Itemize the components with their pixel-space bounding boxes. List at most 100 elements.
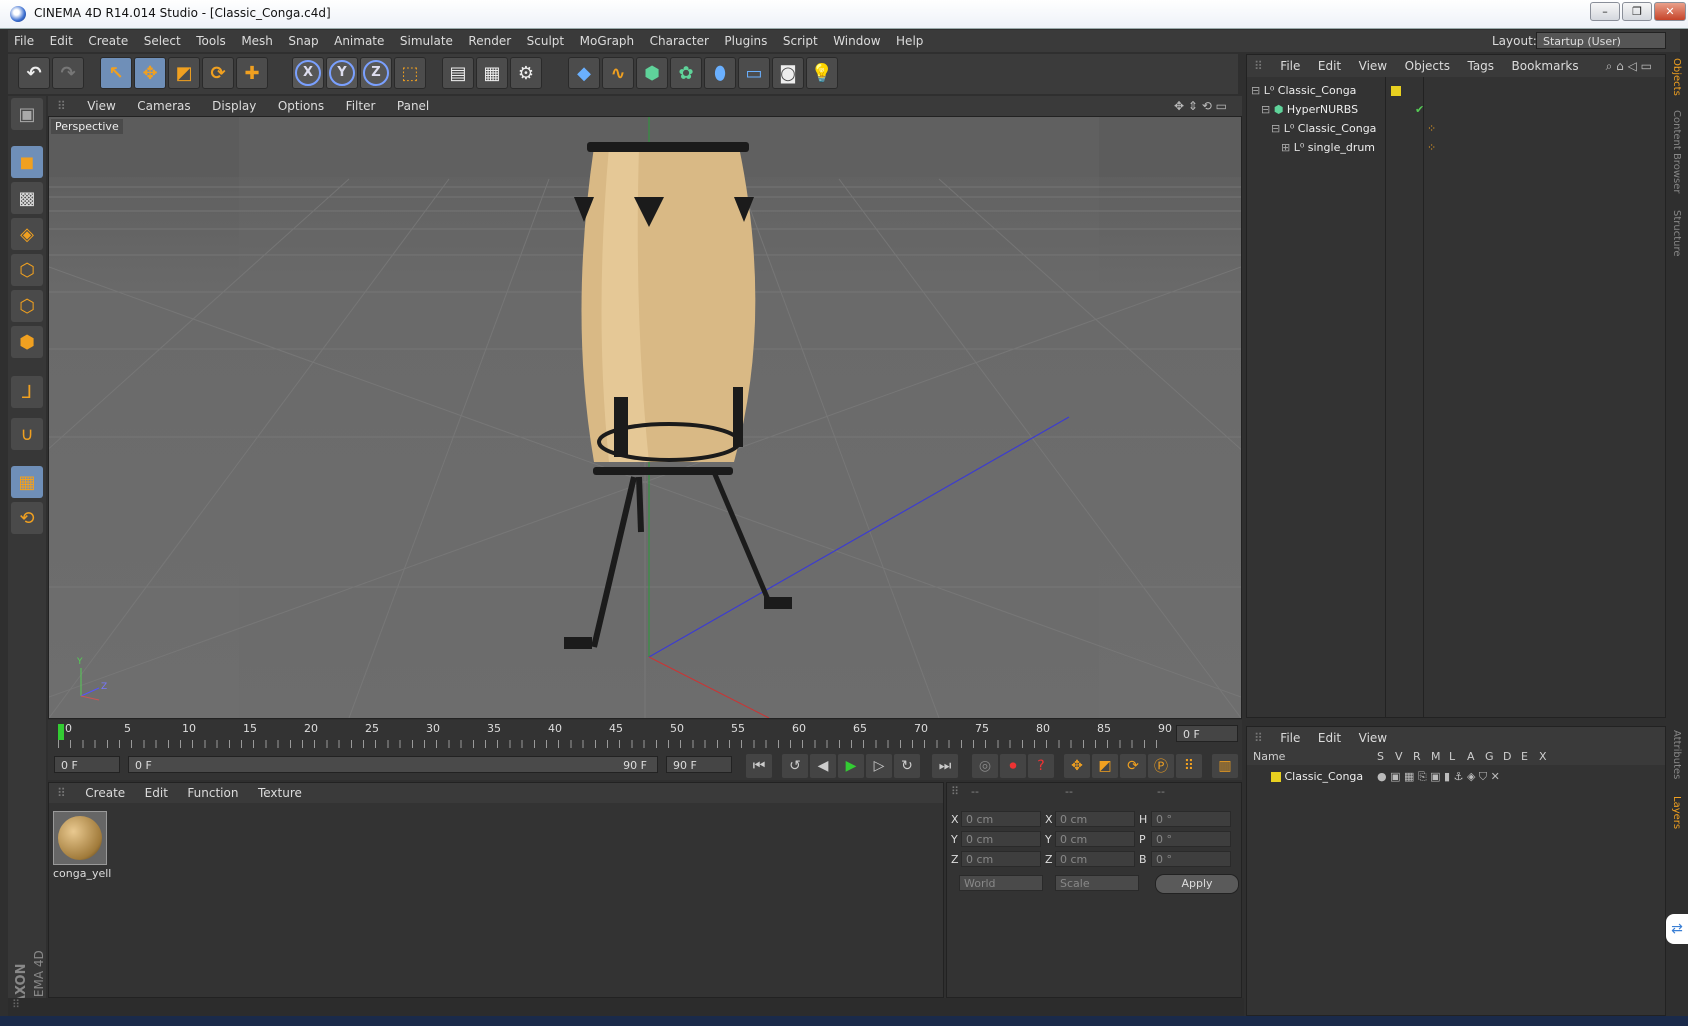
tab-content-browser[interactable]: Content Browser	[1671, 110, 1682, 193]
object-name[interactable]: single_drum	[1308, 141, 1375, 154]
tab-structure[interactable]: Structure	[1671, 210, 1682, 257]
menu-file[interactable]: File	[8, 30, 40, 52]
object-menu-edit[interactable]: Edit	[1311, 55, 1348, 77]
column-view[interactable]: V	[1395, 749, 1403, 765]
layer-name[interactable]: Classic_Conga	[1285, 770, 1364, 783]
menu-sculpt[interactable]: Sculpt	[521, 30, 570, 52]
column-expressions[interactable]: E	[1521, 749, 1528, 765]
column-deformers[interactable]: D	[1503, 749, 1511, 765]
apply-button[interactable]: Apply	[1155, 874, 1239, 894]
points-mode-icon[interactable]: ⬡	[11, 254, 43, 286]
size-mode-dropdown[interactable]: Scale	[1055, 875, 1139, 891]
axis-mode-icon[interactable]: ⅃	[11, 376, 43, 408]
menu-window[interactable]: Window	[827, 30, 886, 52]
rotation-p-field[interactable]: 0 °	[1151, 831, 1231, 847]
column-solo[interactable]: S	[1377, 749, 1384, 765]
menu-mograph[interactable]: MoGraph	[574, 30, 641, 52]
workplane-mode-icon[interactable]: ◈	[11, 218, 43, 250]
tab-attributes[interactable]: Attributes	[1671, 730, 1682, 779]
frame-range-slider[interactable]: 0 F 90 F	[128, 756, 658, 773]
object-name[interactable]: Classic_Conga	[1298, 122, 1377, 135]
make-editable-icon[interactable]: ▣	[11, 98, 43, 130]
x-axis-lock-icon[interactable]: X	[292, 57, 324, 89]
mograph-cloner-icon[interactable]: ✿	[670, 57, 702, 89]
quantize-icon[interactable]: ⟲	[11, 502, 43, 534]
rotation-b-field[interactable]: 0 °	[1151, 851, 1231, 867]
column-manager[interactable]: M	[1431, 749, 1441, 765]
layer-color-swatch[interactable]	[1271, 772, 1281, 782]
previous-key-icon[interactable]: ↺	[782, 754, 808, 778]
menu-plugins[interactable]: Plugins	[718, 30, 773, 52]
edges-mode-icon[interactable]: ⬡	[11, 290, 43, 322]
material-thumbnail[interactable]	[53, 811, 107, 865]
camera-icon[interactable]: ◙	[772, 57, 804, 89]
viewport-menu-cameras[interactable]: Cameras	[128, 96, 199, 116]
key-position-icon[interactable]: ✥	[1064, 754, 1090, 778]
keyframe-selection-icon[interactable]: ?	[1028, 754, 1054, 778]
menu-script[interactable]: Script	[777, 30, 824, 52]
timeline-window-icon[interactable]: ▥	[1212, 754, 1238, 778]
object-row[interactable]: ⊟ L⁰ Classic_Conga	[1247, 81, 1665, 100]
viewport-menu-filter[interactable]: Filter	[337, 96, 385, 116]
record-active-icon[interactable]: ◎	[972, 754, 998, 778]
layer-menu-file[interactable]: File	[1273, 727, 1307, 749]
layer-row[interactable]: Classic_Conga ● ▣ ▦ ⎘ ▣ ▮ ⚓ ◈ ⛉ ✕	[1247, 767, 1665, 786]
column-render[interactable]: R	[1413, 749, 1421, 765]
column-animation[interactable]: A	[1467, 749, 1475, 765]
y-axis-lock-icon[interactable]: Y	[326, 57, 358, 89]
column-xref[interactable]: X	[1539, 749, 1547, 765]
expand-icon[interactable]: ⊞	[1281, 141, 1290, 154]
close-button[interactable]: ✕	[1654, 2, 1686, 21]
object-row[interactable]: ⊞ L⁰ single_drum ⁘	[1247, 138, 1665, 157]
material-menu-create[interactable]: Create	[77, 783, 133, 803]
play-icon[interactable]: ▶	[838, 754, 864, 778]
menu-character[interactable]: Character	[644, 30, 715, 52]
object-row[interactable]: ⊟ L⁰ Classic_Conga ⁘	[1247, 119, 1665, 138]
column-name[interactable]: Name	[1253, 749, 1285, 765]
collapse-icon[interactable]: ⊟	[1271, 122, 1280, 135]
next-frame-icon[interactable]: ▷	[866, 754, 892, 778]
menu-animate[interactable]: Animate	[328, 30, 390, 52]
material-menu-texture[interactable]: Texture	[250, 783, 310, 803]
start-frame-field[interactable]: 0 F	[54, 756, 120, 773]
texture-tag-icon[interactable]: ⁘	[1427, 119, 1436, 138]
go-to-end-icon[interactable]: ⏭	[932, 754, 958, 778]
layer-menu-view[interactable]: View	[1352, 727, 1394, 749]
spline-icon[interactable]: ∿	[602, 57, 634, 89]
timeline-ruler[interactable]: 0 5 10 15 20 25 30 35 40 45 50 55 60 65 …	[48, 720, 1242, 750]
object-menu-bookmarks[interactable]: Bookmarks	[1505, 55, 1586, 77]
current-frame-field[interactable]: 0 F	[1176, 725, 1238, 742]
material-menu-function[interactable]: Function	[179, 783, 246, 803]
next-key-icon[interactable]: ↻	[894, 754, 920, 778]
teamviewer-panel-icon[interactable]: ⇄	[1666, 914, 1688, 944]
menu-select[interactable]: Select	[138, 30, 187, 52]
enabled-check-icon[interactable]: ✔	[1415, 100, 1424, 119]
key-parameter-icon[interactable]: Ⓟ	[1148, 754, 1174, 778]
texture-tag-icon[interactable]: ⁘	[1427, 138, 1436, 157]
object-name[interactable]: HyperNURBS	[1287, 103, 1358, 116]
go-to-start-icon[interactable]: ⏮	[746, 754, 772, 778]
column-locked[interactable]: L	[1449, 749, 1455, 765]
menu-mesh[interactable]: Mesh	[235, 30, 279, 52]
size-z-field[interactable]: 0 cm	[1055, 851, 1135, 867]
object-name[interactable]: Classic_Conga	[1278, 84, 1357, 97]
column-generators[interactable]: G	[1485, 749, 1494, 765]
model-mode-icon[interactable]: ◼	[11, 146, 43, 178]
layer-menu-edit[interactable]: Edit	[1311, 727, 1348, 749]
layer-color-swatch[interactable]	[1391, 86, 1401, 96]
playhead-marker[interactable]	[58, 724, 64, 740]
key-rotation-icon[interactable]: ⟳	[1120, 754, 1146, 778]
menu-create[interactable]: Create	[82, 30, 134, 52]
material-name[interactable]: conga_yell	[53, 867, 111, 880]
material-menu-edit[interactable]: Edit	[137, 783, 176, 803]
live-selection-icon[interactable]: ↖	[100, 57, 132, 89]
object-menu-view[interactable]: View	[1352, 55, 1394, 77]
size-y-field[interactable]: 0 cm	[1055, 831, 1135, 847]
end-frame-field[interactable]: 90 F	[666, 756, 732, 773]
position-z-field[interactable]: 0 cm	[961, 851, 1041, 867]
render-picture-viewer-icon[interactable]: ▦	[476, 57, 508, 89]
workplane-lock-icon[interactable]: ▦	[11, 466, 43, 498]
key-scale-icon[interactable]: ◩	[1092, 754, 1118, 778]
scale-tool-icon[interactable]: ◩	[168, 57, 200, 89]
coordinate-mode-dropdown[interactable]: World	[959, 875, 1043, 891]
